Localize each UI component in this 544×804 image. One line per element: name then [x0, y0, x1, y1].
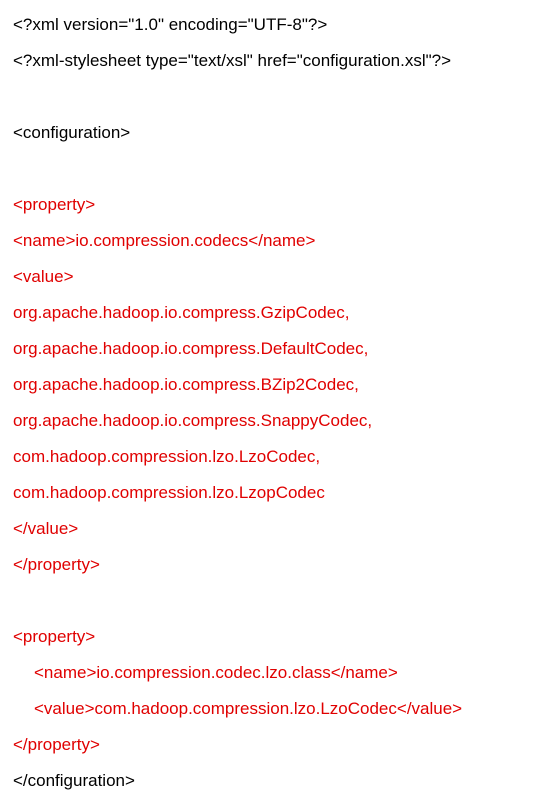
codec-line: com.hadoop.compression.lzo.LzoCodec, — [13, 447, 321, 466]
xml-document: <?xml version="1.0" encoding="UTF-8"?> <… — [13, 7, 537, 799]
codec-line: org.apache.hadoop.io.compress.DefaultCod… — [13, 339, 369, 358]
codec-line: org.apache.hadoop.io.compress.GzipCodec, — [13, 303, 350, 322]
property-close-tag: </property> — [13, 555, 100, 574]
property-open-tag: <property> — [13, 627, 96, 646]
xml-declaration-line: <?xml version="1.0" encoding="UTF-8"?> — [13, 15, 328, 34]
property-name-line: <name>io.compression.codec.lzo.class</na… — [34, 663, 398, 682]
property-name-line: <name>io.compression.codecs</name> — [13, 231, 316, 250]
property-open-tag: <property> — [13, 195, 96, 214]
value-open-tag: <value> — [13, 267, 74, 286]
property-value-line: <value>com.hadoop.compression.lzo.LzoCod… — [34, 699, 463, 718]
configuration-open-tag: <configuration> — [13, 123, 131, 142]
xml-stylesheet-line: <?xml-stylesheet type="text/xsl" href="c… — [13, 51, 452, 70]
codec-line: org.apache.hadoop.io.compress.BZip2Codec… — [13, 375, 359, 394]
codec-line: com.hadoop.compression.lzo.LzopCodec — [13, 483, 325, 502]
property-close-tag: </property> — [13, 735, 100, 754]
value-close-tag: </value> — [13, 519, 79, 538]
codec-line: org.apache.hadoop.io.compress.SnappyCode… — [13, 411, 373, 430]
configuration-close-tag: </configuration> — [13, 771, 135, 790]
